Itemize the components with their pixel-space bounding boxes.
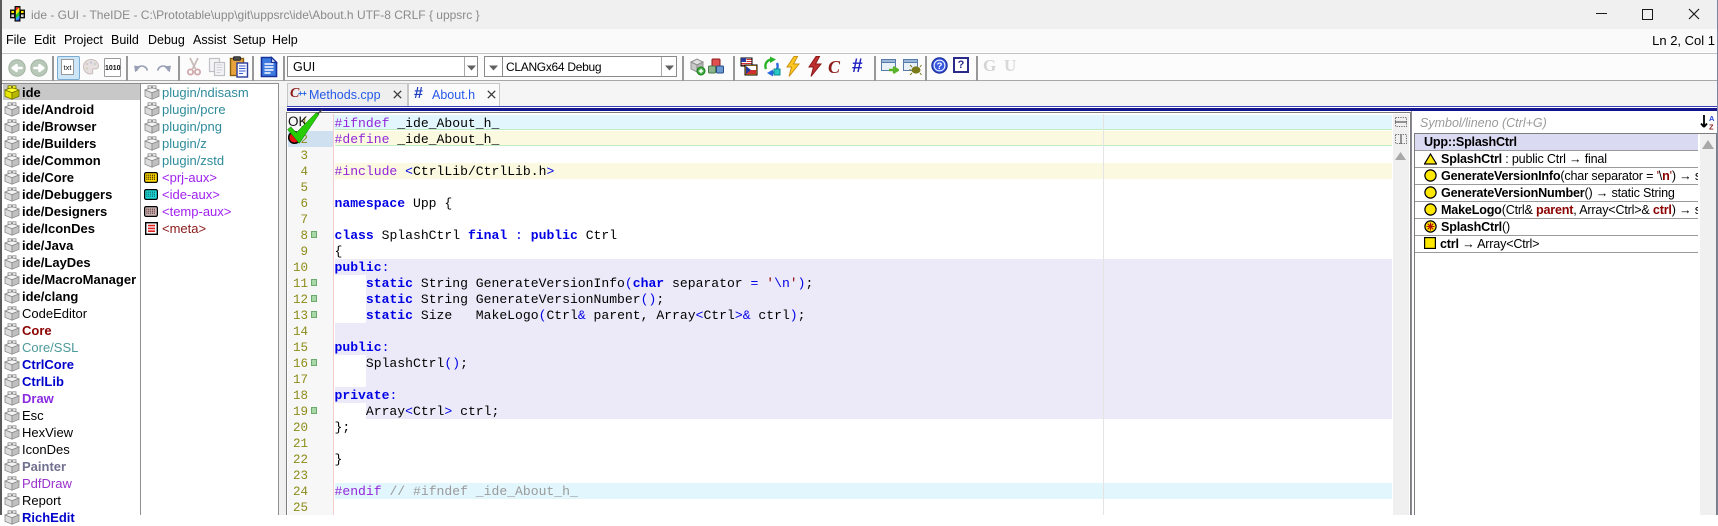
svg-text:?: ? <box>937 61 943 72</box>
svg-text:Z: Z <box>1709 123 1714 131</box>
